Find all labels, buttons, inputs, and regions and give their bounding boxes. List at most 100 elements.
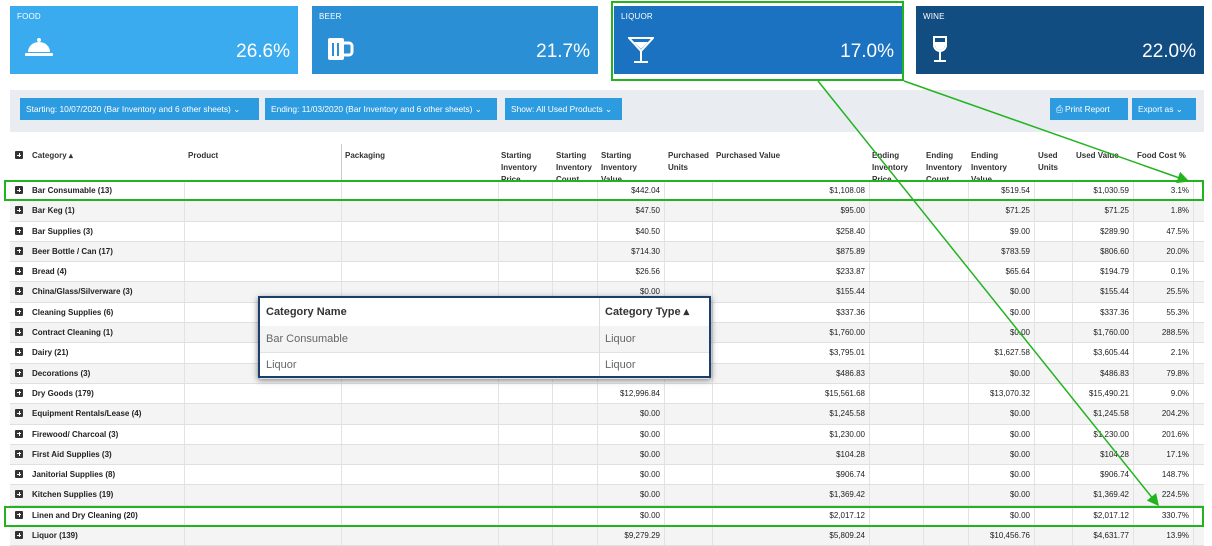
popup-col-category-type[interactable]: Category Type ▴: [605, 298, 689, 326]
cell-purch-value: $1,369.42: [713, 485, 870, 505]
expand-row-icon[interactable]: [15, 409, 23, 418]
starting-sheet-label: Starting: 10/07/2020 (Bar Inventory and …: [26, 104, 231, 114]
col-header-packaging[interactable]: Packaging: [345, 150, 385, 162]
expand-all-icon[interactable]: [15, 151, 23, 159]
table-row[interactable]: Equipment Rentals/Lease (4) $0.00 $1,245.5…: [10, 404, 1204, 425]
empty-cell: [1035, 201, 1073, 221]
empty-cell: [870, 241, 924, 262]
table-row[interactable]: Kitchen Supplies (19) $0.00 $1,369.42 $0.00…: [10, 485, 1204, 506]
empty-cell: [870, 343, 924, 363]
sort-asc-icon: ▴: [68, 151, 73, 160]
expand-row-icon[interactable]: [15, 348, 23, 357]
cell-used-value: $3,605.44: [1073, 343, 1134, 363]
cell-used-value: $806.60: [1073, 241, 1134, 262]
expand-row-icon[interactable]: [15, 449, 23, 458]
empty-cell: [870, 201, 924, 221]
wine-card[interactable]: WINE 22.0%: [916, 6, 1204, 74]
expand-row-icon[interactable]: [15, 531, 23, 540]
bar-consumable-row-highlight: [4, 180, 1204, 201]
col-header-food-cost[interactable]: Food Cost %: [1137, 150, 1186, 162]
empty-cell: [870, 323, 924, 343]
cell-end-value: $0.00: [969, 424, 1035, 444]
ending-sheet-dropdown[interactable]: Ending: 11/03/2020 (Bar Inventory and 6 …: [265, 98, 497, 120]
show-products-dropdown[interactable]: Show: All Used Products ⌄: [505, 98, 622, 120]
table-row[interactable]: Bar Supplies (3) $40.50 $258.40 $9.00 $289.9…: [10, 221, 1204, 242]
col-header-purch-units[interactable]: Purchased Units: [668, 150, 714, 174]
empty-cell: [665, 383, 713, 404]
cell-end-value: $0.00: [969, 282, 1035, 302]
table-row[interactable]: Janitorial Supplies (8) $0.00 $906.74 $0.00…: [10, 465, 1204, 486]
cell-used-value: $71.25: [1073, 201, 1134, 221]
food-card-label: FOOD: [17, 12, 41, 21]
cell-category: Janitorial Supplies (8): [10, 465, 185, 485]
col-header-product[interactable]: Product: [188, 150, 218, 162]
expand-row-icon[interactable]: [15, 429, 23, 438]
cell-end-value: $0.00: [969, 444, 1035, 465]
starting-sheet-dropdown[interactable]: Starting: 10/07/2020 (Bar Inventory and …: [20, 98, 259, 120]
cell-end-value: $1,627.58: [969, 343, 1035, 363]
empty-cell: [342, 404, 499, 424]
cell-category: Bar Keg (1): [10, 201, 185, 221]
cell-food-cost: 148.7%: [1134, 465, 1194, 485]
beer-card[interactable]: BEER 21.7%: [312, 6, 598, 74]
expand-row-icon[interactable]: [15, 307, 23, 316]
cell-end-value: $10,456.76: [969, 526, 1035, 546]
popup-row[interactable]: Liquor Liquor: [260, 352, 709, 379]
expand-row-icon[interactable]: [15, 287, 23, 296]
col-header-used-value[interactable]: Used Value: [1076, 150, 1119, 162]
col-header-purch-value[interactable]: Purchased Value: [716, 150, 780, 162]
empty-cell: [499, 262, 553, 282]
table-row[interactable]: Liquor (139) $9,279.29 $5,809.24 $10,456.76…: [10, 526, 1204, 546]
empty-cell: [499, 465, 553, 485]
expand-row-icon[interactable]: [15, 490, 23, 499]
beer-card-label: BEER: [319, 12, 342, 21]
col-header-used-units[interactable]: Used Units: [1038, 150, 1068, 174]
empty-cell: [665, 526, 713, 546]
empty-cell: [185, 465, 342, 485]
expand-row-icon[interactable]: [15, 328, 23, 337]
table-row[interactable]: Beer Bottle / Can (17) $714.30 $875.89 $783…: [10, 241, 1204, 263]
cell-end-value: $65.64: [969, 262, 1035, 282]
food-card[interactable]: FOOD 26.6%: [10, 6, 298, 74]
cell-used-value: $1,760.00: [1073, 323, 1134, 343]
cell-used-value: $906.74: [1073, 465, 1134, 485]
expand-row-icon[interactable]: [15, 206, 23, 215]
expand-row-icon[interactable]: [15, 267, 23, 276]
expand-row-icon[interactable]: [15, 470, 23, 479]
cell-end-value: $0.00: [969, 404, 1035, 424]
empty-cell: [499, 383, 553, 404]
expand-row-icon[interactable]: [15, 226, 23, 235]
cell-category: Equipment Rentals/Lease (4): [10, 404, 185, 424]
empty-cell: [665, 485, 713, 505]
cell-purch-value: $1,760.00: [713, 323, 870, 343]
expand-row-icon[interactable]: [15, 388, 23, 397]
print-report-button[interactable]: ⎙ Print Report: [1050, 98, 1128, 120]
chevron-down-icon: ⌄: [605, 104, 613, 114]
popup-col-category-name[interactable]: Category Name: [266, 298, 347, 326]
expand-row-icon[interactable]: [15, 368, 23, 377]
beer-card-percent: 21.7%: [536, 41, 590, 62]
table-row[interactable]: Bar Keg (1) $47.50 $95.00 $71.25 $71.25 1.8%: [10, 201, 1204, 222]
expand-row-icon[interactable]: [15, 246, 23, 255]
empty-cell: [924, 201, 969, 221]
cell-food-cost: 1.8%: [1134, 201, 1194, 221]
popup-row[interactable]: Bar Consumable Liquor: [260, 326, 709, 353]
cell-purch-value: $104.28: [713, 444, 870, 465]
empty-cell: [870, 444, 924, 465]
empty-cell: [1035, 343, 1073, 363]
table-row[interactable]: Bread (4) $26.56 $233.87 $65.64 $194.79 0.1%: [10, 262, 1204, 283]
empty-cell: [924, 465, 969, 485]
cell-start-value: $40.50: [598, 221, 665, 241]
table-row[interactable]: First Aid Supplies (3) $0.00 $104.28 $0.00 $…: [10, 444, 1204, 466]
table-row[interactable]: Dry Goods (179) $12,996.84 $15,561.68 $13,0…: [10, 383, 1204, 405]
empty-cell: [1035, 526, 1073, 546]
empty-cell: [870, 526, 924, 546]
cell-start-value: $0.00: [598, 485, 665, 505]
cell-food-cost: 0.1%: [1134, 262, 1194, 282]
empty-cell: [1035, 241, 1073, 262]
col-header-category[interactable]: Category ▴: [32, 150, 73, 162]
export-as-dropdown[interactable]: Export as ⌄: [1132, 98, 1196, 120]
cell-category: Kitchen Supplies (19): [10, 485, 185, 505]
cell-purch-value: $155.44: [713, 282, 870, 302]
table-row[interactable]: Firewood/ Charcoal (3) $0.00 $1,230.00 $0.0…: [10, 424, 1204, 445]
